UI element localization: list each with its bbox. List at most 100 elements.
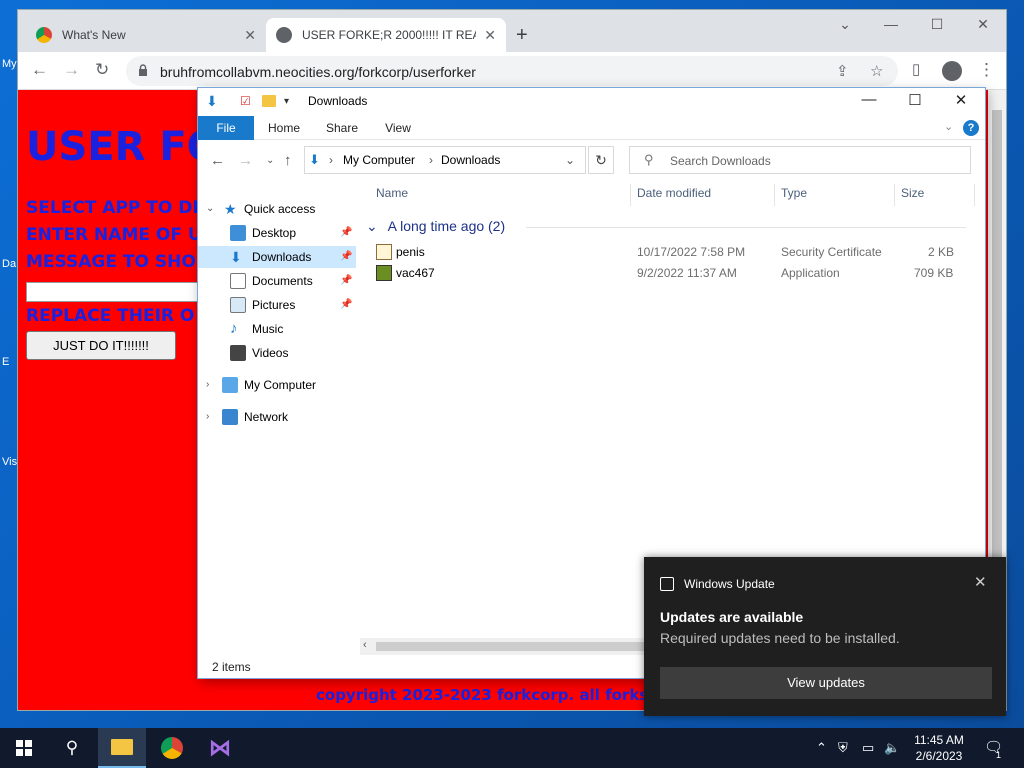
column-divider[interactable] xyxy=(774,184,775,206)
expand-ribbon-icon[interactable]: ⌄ xyxy=(944,120,953,133)
group-header[interactable]: ⌄ A long time ago (2) xyxy=(366,218,966,235)
column-header-size[interactable]: Size xyxy=(901,186,924,200)
explorer-titlebar: ⬇ ☑ ▾ Downloads — ☐ ✕ xyxy=(198,88,985,116)
nav-item-videos[interactable]: Videos xyxy=(198,342,356,364)
chevron-right-icon[interactable]: › xyxy=(206,374,209,396)
nav-quick-access[interactable]: ⌄ ★ Quick access xyxy=(198,198,356,220)
file-row[interactable]: vac467 9/2/2022 11:37 AM Application 709… xyxy=(376,263,966,283)
search-icon[interactable]: ⚲ xyxy=(48,728,96,768)
chevron-right-icon[interactable]: › xyxy=(429,153,433,167)
reload-icon[interactable]: ↻ xyxy=(95,60,109,80)
maximize-icon[interactable]: ☐ xyxy=(892,91,938,109)
back-icon[interactable]: ← xyxy=(31,60,48,80)
just-do-it-button[interactable]: JUST DO IT!!!!!!! xyxy=(26,331,176,360)
refresh-button[interactable]: ↻ xyxy=(588,146,614,174)
network-icon xyxy=(222,409,238,425)
clock[interactable]: 11:45 AM 2/6/2023 xyxy=(906,732,972,764)
message-input[interactable] xyxy=(26,282,226,302)
nav-network[interactable]: › Network xyxy=(198,406,356,428)
minimize-icon[interactable]: — xyxy=(868,16,914,32)
close-icon[interactable]: ✕ xyxy=(974,573,987,591)
forward-icon[interactable]: → xyxy=(238,152,253,169)
scroll-thumb[interactable] xyxy=(992,110,1002,560)
column-divider[interactable] xyxy=(894,184,895,206)
file-row[interactable]: penis 10/17/2022 7:58 PM Security Certif… xyxy=(376,242,966,262)
taskbar-visual-studio[interactable]: ⋈ xyxy=(196,728,244,768)
share-icon[interactable]: ⇪ xyxy=(836,62,849,80)
tab-file[interactable]: File xyxy=(198,116,254,140)
properties-icon[interactable]: ☑ xyxy=(240,94,251,108)
pin-icon[interactable]: 📌 xyxy=(340,246,352,268)
pin-icon[interactable]: 📌 xyxy=(340,270,352,292)
tab-search-icon[interactable]: ⌄ xyxy=(822,16,868,33)
column-header-name[interactable]: Name xyxy=(376,186,408,200)
chevron-down-icon[interactable]: ⌄ xyxy=(206,198,214,220)
desktop-icon-label[interactable]: Vis xyxy=(2,456,17,468)
breadcrumb-my-computer[interactable]: My Computer xyxy=(343,153,415,167)
chevron-down-icon[interactable]: ⌄ xyxy=(565,153,575,167)
column-header-date[interactable]: Date modified xyxy=(637,186,711,200)
start-button[interactable] xyxy=(0,728,48,768)
taskbar-chrome[interactable] xyxy=(148,728,196,768)
nav-my-computer[interactable]: › My Computer xyxy=(198,374,356,396)
volume-icon[interactable]: 🔈 xyxy=(884,740,900,756)
nav-item-desktop[interactable]: Desktop 📌 xyxy=(198,222,356,244)
tab-userforker[interactable]: USER FORKE;R 2000!!!!! IT REALL ✕ xyxy=(266,18,506,52)
column-header-type[interactable]: Type xyxy=(781,186,807,200)
close-icon[interactable]: ✕ xyxy=(960,16,1006,33)
help-icon[interactable]: ? xyxy=(963,120,979,136)
pin-icon[interactable]: 📌 xyxy=(340,294,352,316)
recent-locations-icon[interactable]: ⌄ xyxy=(266,155,274,166)
maximize-icon[interactable]: ☐ xyxy=(914,16,960,33)
file-name: vac467 xyxy=(396,266,435,280)
minimize-icon[interactable]: — xyxy=(846,91,892,108)
documents-icon xyxy=(230,273,246,289)
security-icon[interactable]: ⛨ xyxy=(838,740,848,756)
pin-icon[interactable]: 📌 xyxy=(340,222,352,244)
chevron-down-icon[interactable]: ⌄ xyxy=(366,218,378,234)
search-input[interactable]: ⚲ Search Downloads xyxy=(629,146,971,174)
nav-item-pictures[interactable]: Pictures 📌 xyxy=(198,294,356,316)
tab-share[interactable]: Share xyxy=(318,116,366,140)
breadcrumb-downloads[interactable]: Downloads xyxy=(441,153,500,167)
view-updates-button[interactable]: View updates xyxy=(660,667,992,699)
desktop-icon-label[interactable]: E xyxy=(2,356,9,368)
up-icon[interactable]: ↑ xyxy=(284,152,292,169)
address-bar[interactable]: bruhfromcollabvm.neocities.org/forkcorp/… xyxy=(126,56,898,86)
nav-item-music[interactable]: ♪ Music xyxy=(198,318,356,340)
desktop-icon-label[interactable]: My xyxy=(2,58,17,70)
folder-icon[interactable] xyxy=(262,95,276,107)
forward-icon[interactable]: → xyxy=(63,60,80,80)
menu-icon[interactable]: ⋮ xyxy=(978,60,995,80)
chevron-up-icon[interactable]: ⌃ xyxy=(816,740,827,756)
back-icon[interactable]: ← xyxy=(210,152,225,169)
tab-whats-new[interactable]: What's New ✕ xyxy=(26,18,266,52)
address-box[interactable]: ⬇ › My Computer › Downloads ⌄ xyxy=(304,146,586,174)
down-arrow-icon[interactable]: ⬇ xyxy=(206,93,218,110)
windows-update-icon xyxy=(660,577,674,591)
close-icon[interactable]: ✕ xyxy=(938,91,984,109)
customize-icon[interactable]: ▾ xyxy=(284,96,289,107)
side-panel-icon[interactable]: ▯ xyxy=(912,60,920,78)
chevron-right-icon[interactable]: › xyxy=(206,406,209,428)
file-name: penis xyxy=(396,245,425,259)
column-divider[interactable] xyxy=(974,184,975,206)
taskbar-file-explorer[interactable] xyxy=(98,728,146,768)
new-tab-button[interactable]: + xyxy=(516,24,528,47)
tab-view[interactable]: View xyxy=(374,116,422,140)
desktop-icon-label[interactable]: Da xyxy=(2,258,16,270)
chevron-right-icon[interactable]: › xyxy=(329,153,333,167)
scroll-left-icon[interactable]: ‹ xyxy=(363,639,367,651)
close-icon[interactable]: ✕ xyxy=(244,27,256,44)
bookmark-star-icon[interactable]: ☆ xyxy=(870,62,883,80)
nav-label: Downloads xyxy=(252,250,312,264)
tab-home[interactable]: Home xyxy=(260,116,308,140)
url-text: bruhfromcollabvm.neocities.org/forkcorp/… xyxy=(160,64,476,80)
column-divider[interactable] xyxy=(630,184,631,206)
nav-item-documents[interactable]: Documents 📌 xyxy=(198,270,356,292)
clock-time: 11:45 AM xyxy=(914,733,964,747)
network-icon[interactable]: ▭ xyxy=(862,740,874,756)
nav-item-downloads[interactable]: ⬇ Downloads 📌 xyxy=(198,246,356,268)
profile-avatar[interactable] xyxy=(942,61,962,81)
close-icon[interactable]: ✕ xyxy=(484,27,496,44)
